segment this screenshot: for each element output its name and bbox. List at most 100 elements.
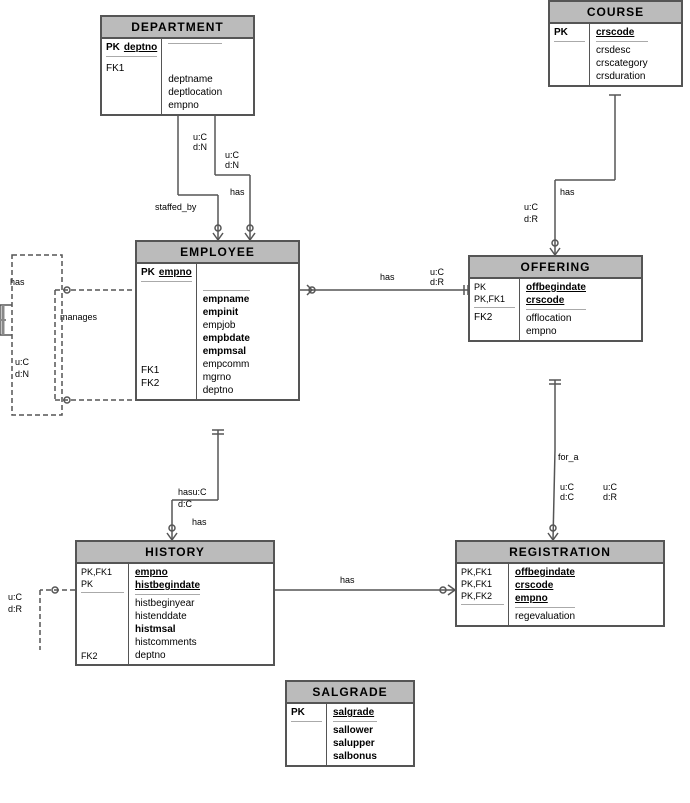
hist-histbeginyear: histbeginyear [135,597,200,610]
salgrade-entity: SALGRADE PK salgrade sallower salupper s… [285,680,415,767]
off-reg-dr-label: d:C [560,492,575,502]
hist-histcomments: histcomments [135,636,200,649]
dept-emp-dn-label: d:N [193,142,207,152]
has-emp-hist-label: has [192,517,207,527]
course-crscode: crscode [596,27,634,38]
hist-empno: empno [135,567,168,578]
employee-attrs: empname empinit empjob empbdate empmsal … [197,264,256,399]
hist-histbegindate: histbegindate [135,580,200,591]
employee-title: EMPLOYEE [137,242,298,264]
offering-title: OFFERING [470,257,641,279]
has-emp-off-label: has [380,272,395,282]
has-dept-label: has [230,187,245,197]
course-crsduration: crsduration [596,70,648,83]
left-dr2-label: d:R [8,604,23,614]
emp-off-dr-label: d:R [430,277,445,287]
dept-deptlocation: deptlocation [168,86,222,99]
sal-sallower: sallower [333,724,377,737]
hist-histmsal: histmsal [135,623,200,636]
registration-entity: REGISTRATION PK,FK1 PK,FK1 PK,FK2 offbeg… [455,540,665,627]
course-crsdesc: crsdesc [596,44,648,57]
department-pk-col: PK deptno FK1 [102,39,162,114]
off-offlocation: offlocation [526,312,586,325]
has-hist-reg-label: has [340,575,355,585]
emp-mgrno: mgrno [203,371,250,384]
emp-empcomm: empcomm [203,358,250,371]
hist-deptno: deptno [135,649,200,662]
sal-salgrade: salgrade [333,707,374,718]
employee-entity: EMPLOYEE PK empno FK1 FK2 empname empini… [135,240,300,401]
reg-pkfk1-label: PK,FK1 [461,567,492,577]
hist-histenddate: histenddate [135,610,200,623]
emp-pk-label: PK [141,267,155,278]
has-course-label: has [560,187,575,197]
hasu-c-label: hasu:C [178,487,207,497]
off-empno: empno [526,325,586,338]
course-off-uc-label: u:C [524,202,539,212]
emp-empno: empno [159,267,192,278]
has-left-label: has [10,277,25,287]
reg-regevaluation: regevaluation [515,610,575,623]
registration-pk-col: PK,FK1 PK,FK1 PK,FK2 [457,564,509,625]
sal-salbonus: salbonus [333,750,377,763]
sal-salupper: salupper [333,737,377,750]
course-attrs: crscode crsdesc crscategory crsduration [590,24,654,85]
diagram-container: staffed_by u:C d:N u:C d:N has hasu:C d:… [0,0,690,803]
reg-offbegindate: offbegindate [515,567,575,578]
emp-empbdate: empbdate [203,332,250,345]
history-title: HISTORY [77,542,273,564]
emp-empname: empname [203,293,250,306]
reg-pkfk1b-label: PK,FK1 [461,579,492,589]
hist-pk-label: PK [81,579,93,589]
hist-fk2-label: FK2 [81,651,98,661]
left-uc-label: u:C [15,357,30,367]
dept-empno-fk: empno [168,99,222,112]
emp-deptno: deptno [203,384,250,397]
course-crscategory: crscategory [596,57,648,70]
course-pk-col: PK [550,24,590,85]
course-title: COURSE [550,2,681,24]
course-off-dr-label: d:R [524,214,539,224]
registration-title: REGISTRATION [457,542,663,564]
offering-attrs: offbegindate crscode offlocation empno [520,279,592,340]
reg-empno: empno [515,593,548,604]
salgrade-pk-col: PK [287,704,327,765]
sal-pk-label: PK [291,707,305,718]
left-dn-label: d:N [15,369,29,379]
emp-empmsal: empmsal [203,345,250,358]
dept-fk1-label: FK1 [106,63,124,74]
department-title: DEPARTMENT [102,17,253,39]
reg-pkfk2-label: PK,FK2 [461,591,492,601]
off-reg-uc2-label: u:C [603,482,618,492]
emp-off-uc-label: u:C [430,267,445,277]
off-pk-label: PK [474,282,486,292]
dept-emp-uc-label: u:C [193,132,208,142]
hist-pkfk1-label: PK,FK1 [81,567,112,577]
off-pkfk1-label: PK,FK1 [474,294,505,304]
offering-pk-col: PK PK,FK1 FK2 [470,279,520,340]
dept-pk-label: PK [106,42,120,53]
hasd-c-label: d:C [178,499,193,509]
off-reg-uc-label: u:C [560,482,575,492]
salgrade-title: SALGRADE [287,682,413,704]
course-pk-label: PK [554,27,568,38]
left-uc2-label: u:C [8,592,23,602]
course-entity: COURSE PK crscode crsdesc crscategory cr… [548,0,683,87]
dept-emp-uc2-label: u:C [225,150,240,160]
department-attrs: deptname deptlocation empno [162,39,228,114]
manages-label: manages [60,312,98,322]
emp-fk1-label: FK1 [141,365,159,376]
dept-emp-dn2-label: d:N [225,160,239,170]
emp-fk2-label: FK2 [141,378,159,389]
for-a-label: for_a [558,452,579,462]
dept-pk-attr: deptno [124,42,157,53]
off-crscode: crscode [526,295,564,306]
department-entity: DEPARTMENT PK deptno FK1 deptname deptlo… [100,15,255,116]
emp-empinit: empinit [203,306,250,319]
history-attrs: empno histbegindate histbeginyear histen… [129,564,206,664]
off-offbegindate: offbegindate [526,282,586,293]
history-entity: HISTORY PK,FK1 PK FK2 empno histbegindat… [75,540,275,666]
history-pk-col: PK,FK1 PK FK2 [77,564,129,664]
reg-crscode: crscode [515,580,553,591]
registration-attrs: offbegindate crscode empno regevaluation [509,564,581,625]
